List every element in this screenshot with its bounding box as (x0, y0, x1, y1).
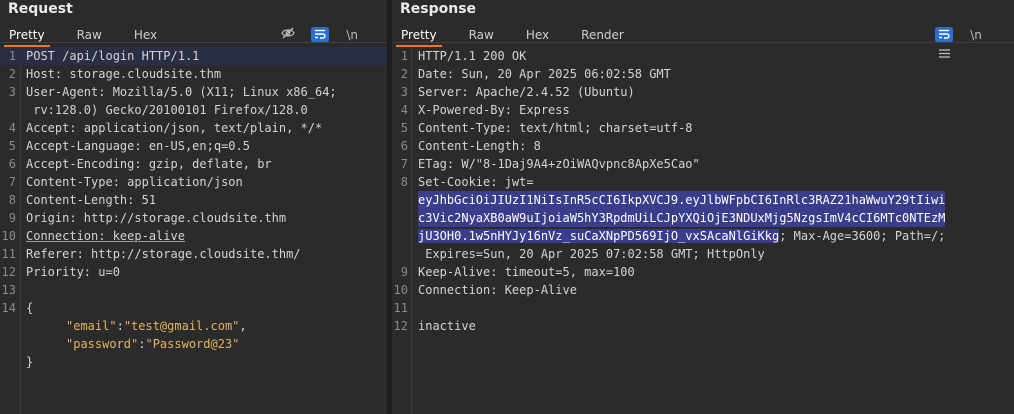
json-password-line: "password":"Password@23" (66, 337, 240, 351)
response-editor[interactable]: 1 HTTP/1.1 200 OK 2 Date: Sun, 20 Apr 2025… (392, 47, 1014, 414)
code-line: 6 Content-Length: 8 (400, 139, 541, 153)
code-line: 1 HTTP/1.1 200 OK (400, 49, 527, 63)
jwt-line: jU3OH0.1w5nHYJy16nVz_suCaXNpPD569IjO_vxS… (392, 227, 1014, 245)
jwt-token-selected[interactable]: jU3OH0.1w5nHYJy16nVz_suCaXNpPD569IjO_vxS… (418, 229, 780, 243)
tab-divider (392, 42, 1014, 43)
code-line: 1 POST /api/login HTTP/1.1 (0, 47, 387, 65)
json-close-line: } (26, 355, 34, 369)
code-line: 4 X-Powered-By: Express (400, 103, 570, 117)
code-line: 10 Connection: Keep-Alive (393, 283, 577, 297)
response-pane: Response Pretty Raw Hex Render \n 1 HTTP/1.1… (392, 0, 1014, 414)
code-line: 11 (393, 301, 408, 315)
code-line: 3 User-Agent: Mozilla/5.0 (X11; Linux x86… (8, 85, 337, 99)
code-line: 7 ETag: W/"8-1Daj9A4+zOiWAQvpnc8ApXe5Cao" (400, 157, 700, 171)
json-key: "password" (66, 337, 139, 351)
request-pane: Request Pretty Raw Hex \n 1 POST /api/login… (0, 0, 387, 414)
request-title: Request (8, 1, 73, 17)
response-toolbar: \n (926, 24, 1014, 58)
code-line: Expires=Sun, 20 Apr 2025 07:02:58 GMT; H… (418, 247, 765, 261)
code-line: 8 Set-Cookie: jwt= (400, 175, 534, 189)
eye-off-icon[interactable] (279, 27, 297, 43)
code-line: 2 Date: Sun, 20 Apr 2025 06:02:58 GMT (400, 67, 671, 81)
newline-icon[interactable]: \n (967, 27, 985, 43)
code-line: 4 Accept: application/json, text/plain, *… (8, 121, 323, 135)
cookie-attributes: ; Max-Age=3600; Path=/; (779, 229, 946, 243)
code-line: 10 Connection: keep-alive (1, 229, 185, 243)
code-line: 5 Content-Type: text/html; charset=utf-8 (400, 121, 693, 135)
tab-divider (0, 42, 387, 43)
request-editor[interactable]: 1 POST /api/login HTTP/1.1 2 Host: storage… (0, 47, 387, 414)
code-line: 14{ (1, 301, 34, 315)
code-line: 9 Keep-Alive: timeout=5, max=100 (400, 265, 635, 279)
jwt-token-selected[interactable]: c3Vic2NyaXB0aW9uIjoiaW5hY3RpdmUiLCJpYXQi… (418, 209, 946, 227)
request-tabs: Pretty Raw Hex (4, 24, 184, 47)
newline-icon[interactable]: \n (343, 27, 361, 43)
tab-pretty[interactable]: Pretty (396, 28, 442, 47)
code-line: 13 (1, 283, 16, 297)
code-line: 7 Content-Type: application/json (8, 175, 243, 189)
code-line: 11 Referer: http://storage.cloudsite.thm/ (1, 247, 301, 261)
response-tabs: Pretty Raw Hex Render (396, 24, 651, 47)
code-line: rv:128.0) Gecko/20100101 Firefox/128.0 (26, 103, 308, 117)
json-email-line: "email":"test@gmail.com", (66, 319, 247, 333)
json-key: "email" (66, 319, 117, 333)
code-line: 12 Priority: u=0 (1, 265, 120, 279)
wrap-lines-icon[interactable] (935, 26, 953, 43)
jwt-token-selected[interactable]: eyJhbGciOiJIUzI1NiIsInR5cCI6IkpXVCJ9.eyJ… (418, 191, 946, 209)
code-line: 9 Origin: http://storage.cloudsite.thm (8, 211, 287, 225)
json-value: "Password@23" (145, 337, 240, 351)
jwt-line: c3Vic2NyaXB0aW9uIjoiaW5hY3RpdmUiLCJpYXQi… (392, 209, 1014, 227)
code-line: 3 Server: Apache/2.4.52 (Ubuntu) (400, 85, 635, 99)
response-title: Response (400, 1, 477, 17)
jwt-line: eyJhbGciOiJIUzI1NiIsInR5cCI6IkpXVCJ9.eyJ… (392, 191, 1014, 209)
code-line: 8 Content-Length: 51 (8, 193, 157, 207)
request-toolbar: \n (270, 24, 387, 58)
code-line: 6 Accept-Encoding: gzip, deflate, br (8, 157, 272, 171)
code-line: 5 Accept-Language: en-US,en;q=0.5 (8, 139, 250, 153)
json-value: "test@gmail.com" (123, 319, 240, 333)
code-line: 2 Host: storage.cloudsite.thm (8, 67, 222, 81)
tab-pretty[interactable]: Pretty (4, 28, 50, 47)
wrap-lines-icon[interactable] (311, 26, 330, 43)
code-line: 12 inactive (393, 319, 476, 333)
